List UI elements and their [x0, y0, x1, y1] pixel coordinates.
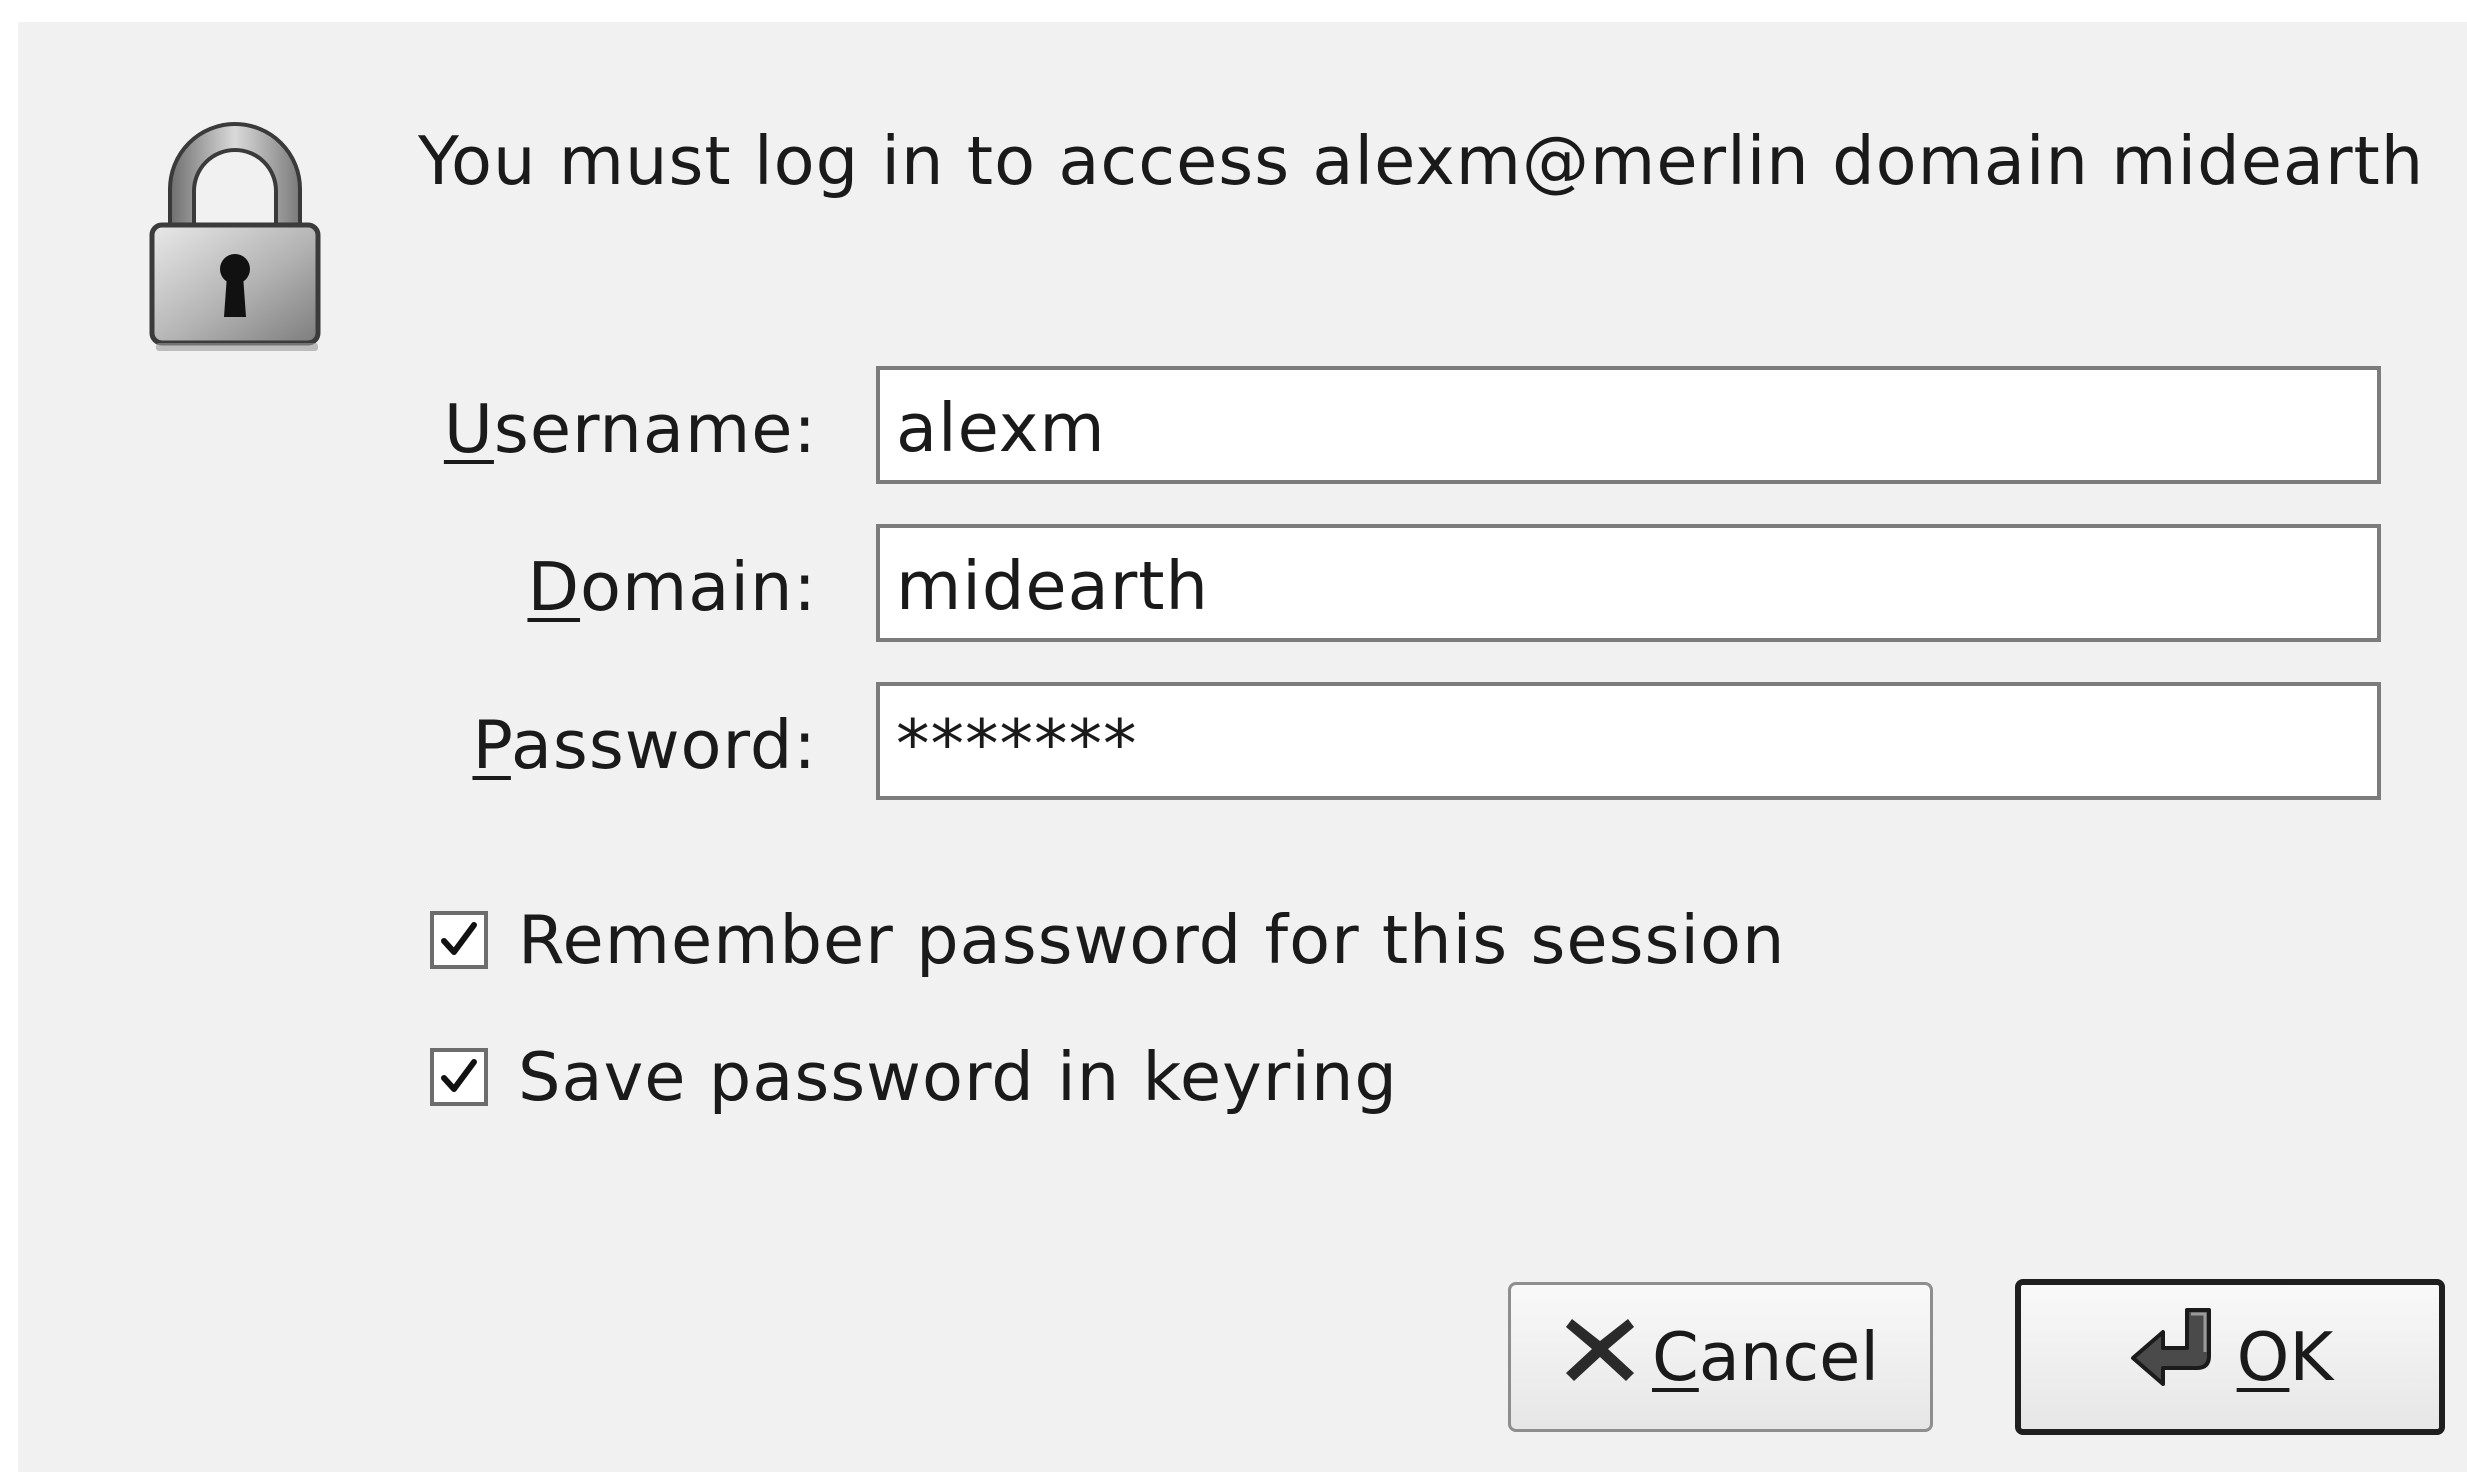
remember-session-label: Remember password for this session [518, 901, 1786, 979]
password-field[interactable]: ******* [876, 682, 2381, 800]
save-keyring-option[interactable]: Save password in keyring [430, 1037, 1398, 1117]
ok-button[interactable]: OK [2015, 1279, 2445, 1435]
cancel-button[interactable]: Cancel [1508, 1282, 1933, 1432]
checkmark-icon [441, 922, 477, 955]
login-dialog: You must log in to access alexm@merlin d… [18, 22, 2467, 1472]
checkmark-icon [441, 1059, 477, 1092]
padlock-icon [130, 117, 340, 357]
close-x-icon [1562, 1311, 1638, 1403]
username-label: Username: [444, 390, 817, 468]
save-keyring-checkbox[interactable] [430, 1048, 488, 1106]
enter-arrow-icon [2127, 1304, 2223, 1410]
username-label-text: sername: [493, 390, 817, 468]
remember-session-option[interactable]: Remember password for this session [430, 900, 1785, 980]
domain-field[interactable]: midearth [876, 524, 2381, 642]
domain-label-text: omain: [580, 548, 817, 626]
dialog-message: You must log in to access alexm@merlin d… [418, 122, 2425, 200]
password-label: Password: [472, 706, 817, 784]
save-keyring-label: Save password in keyring [518, 1038, 1398, 1116]
ok-mnemonic: O [2236, 1318, 2290, 1396]
cancel-label-text: ancel [1698, 1318, 1879, 1396]
password-label-text: assword: [510, 706, 817, 784]
domain-label: Domain: [527, 548, 817, 626]
username-field[interactable]: alexm [876, 366, 2381, 484]
ok-button-label: OK [2237, 1318, 2334, 1396]
remember-session-checkbox[interactable] [430, 911, 488, 969]
cancel-button-label: Cancel [1652, 1318, 1879, 1396]
ok-label-text: K [2289, 1318, 2334, 1396]
username-mnemonic: U [443, 390, 494, 468]
password-mnemonic: P [472, 706, 511, 784]
cancel-mnemonic: C [1652, 1318, 1699, 1396]
domain-mnemonic: D [527, 548, 581, 626]
